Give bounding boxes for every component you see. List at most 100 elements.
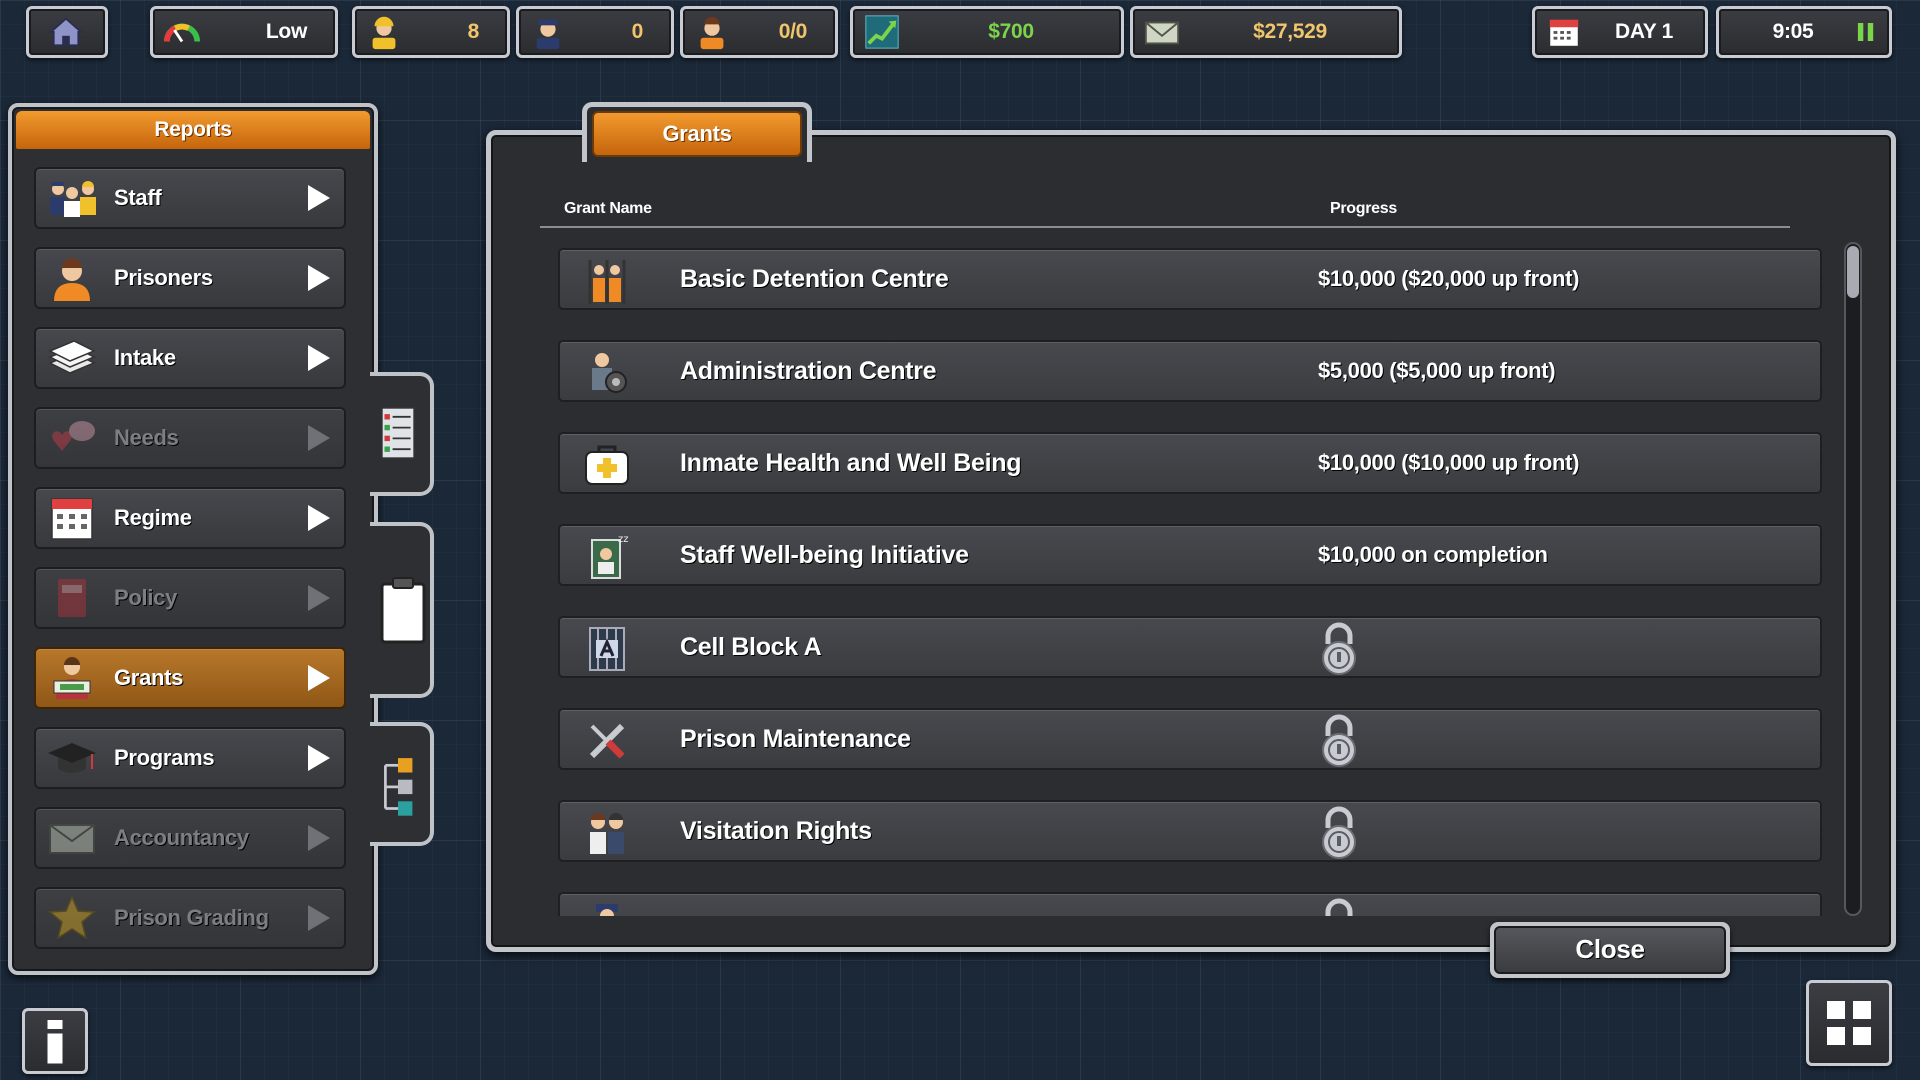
grant-row-administration-centre[interactable]: Administration Centre $5,000 ($5,000 up … [558,340,1822,402]
arrow-right-icon [308,825,330,851]
guard-icon [596,904,618,916]
close-button-label: Close [1494,926,1726,974]
svg-text:zz: zz [618,534,629,545]
menu-item-label: Prison Grading [114,905,269,930]
menu-item-label: Accountancy [114,825,249,850]
menu-item-label: Intake [114,345,176,370]
lock-icon [1322,806,1356,859]
checklist-icon [380,406,416,460]
side-tab-checklist[interactable] [370,372,434,496]
prisoner-icon [700,16,724,50]
income-graph-icon [865,15,899,49]
graduation-cap-icon [48,743,96,773]
lock-icon [1325,898,1353,916]
grants-scrollbar[interactable] [1844,242,1862,916]
pause-icon[interactable] [1857,21,1875,43]
prison-bars-icon [588,260,626,304]
column-progress: Progress [1330,200,1397,217]
close-button[interactable]: Close [1490,922,1730,978]
prisoner-icon [54,258,90,301]
grants-tab-label: Grants [592,111,802,157]
home-icon [48,17,84,47]
clock-display[interactable]: 9:05 [1716,6,1892,58]
menu-item-intake[interactable]: Intake [34,327,346,389]
medical-kit-icon [585,445,629,485]
income-display[interactable]: $700 [850,6,1124,58]
arrow-right-icon [308,425,330,451]
arrow-right-icon [308,505,330,531]
arrow-right-icon [308,665,330,691]
balance-display[interactable]: $27,529 [1130,6,1402,58]
guards-count-display[interactable]: 0 [516,6,674,58]
danger-level-display[interactable]: Low [150,6,338,58]
visitors-icon [590,813,624,854]
admin-gear-icon [592,353,627,393]
money-envelope-icon [1144,21,1180,45]
grant-list: Basic Detention Centre $10,000 ($20,000 … [558,248,1822,916]
star-icon [48,895,96,940]
tab-grants[interactable]: Grants [582,102,812,162]
grant-progress: $5,000 ($5,000 up front) [1318,358,1556,383]
calendar-icon [51,498,93,540]
menu-item-needs[interactable]: Needs [34,407,346,469]
column-grant-name: Grant Name [564,200,652,217]
info-button[interactable] [22,1008,88,1074]
grant-row-inmate-health[interactable]: Inmate Health and Well Being $10,000 ($1… [558,432,1822,494]
lock-icon [1322,622,1356,675]
prisoners-count-value: 0/0 [778,20,808,43]
arrow-right-icon [308,265,330,291]
hierarchy-icon [384,758,413,816]
menu-item-label: Needs [114,425,179,450]
menu-item-label: Programs [114,745,215,770]
tools-icon [589,723,625,759]
menu-item-label: Regime [114,505,192,530]
menu-item-accountancy[interactable]: Accountancy [34,807,346,869]
prisoners-count-display[interactable]: 0/0 [680,6,838,58]
clipboard-icon [380,577,426,644]
grant-row-partial[interactable] [558,892,1822,916]
menu-item-grants[interactable]: Grants [34,647,346,709]
needs-icon [52,421,95,451]
staff-count-display[interactable]: 8 [352,6,510,58]
side-tab-hierarchy[interactable] [370,722,434,846]
menu-item-prison-grading[interactable]: Prison Grading [34,887,346,949]
grant-progress: $10,000 ($10,000 up front) [1318,450,1580,475]
grant-name: Cell Block A [680,633,822,661]
arrow-right-icon [308,345,330,371]
home-button[interactable] [26,6,108,58]
guard-icon [536,19,560,50]
menu-item-policy[interactable]: Policy [34,567,346,629]
menu-item-programs[interactable]: Programs [34,727,346,789]
danger-gauge-icon [163,23,201,43]
danger-level-value: Low [265,20,307,43]
grant-progress: $10,000 ($20,000 up front) [1318,266,1580,291]
menu-item-label: Prisoners [114,265,213,290]
menu-item-label: Policy [114,585,178,610]
menu-item-prisoners[interactable]: Prisoners [34,247,346,309]
worker-icon [372,16,396,50]
grant-row-prison-maintenance[interactable]: Prison Maintenance [558,708,1822,770]
calendar-icon [1549,19,1579,47]
grant-row-cell-block-a[interactable]: Cell Block A [558,616,1822,678]
grant-row-basic-detention-centre[interactable]: Basic Detention Centre $10,000 ($20,000 … [558,248,1822,310]
staff-count-value: 8 [467,20,480,43]
main-menu-button[interactable] [1806,980,1892,1066]
menu-item-regime[interactable]: Regime [34,487,346,549]
arrow-right-icon [308,905,330,931]
menu-item-staff[interactable]: Staff [34,167,346,229]
day-display[interactable]: DAY 1 [1532,6,1708,58]
grant-row-staff-well-being[interactable]: zz Staff Well-being Initiative $10,000 o… [558,524,1822,586]
grid-menu-icon [1827,1001,1871,1045]
grants-column-header: Grant Name Progress [540,196,1790,228]
arrow-right-icon [308,585,330,611]
grant-name: Basic Detention Centre [680,265,949,293]
policy-book-icon [58,579,86,617]
grant-name: Administration Centre [680,357,937,385]
menu-item-label: Grants [114,665,184,690]
grant-name: Inmate Health and Well Being [680,449,1022,477]
side-tab-reports-clipboard[interactable] [370,522,434,698]
grant-row-visitation-rights[interactable]: Visitation Rights [558,800,1822,862]
arrow-right-icon [308,185,330,211]
balance-value: $27,529 [1253,20,1327,43]
scrollbar-thumb[interactable] [1847,246,1859,298]
